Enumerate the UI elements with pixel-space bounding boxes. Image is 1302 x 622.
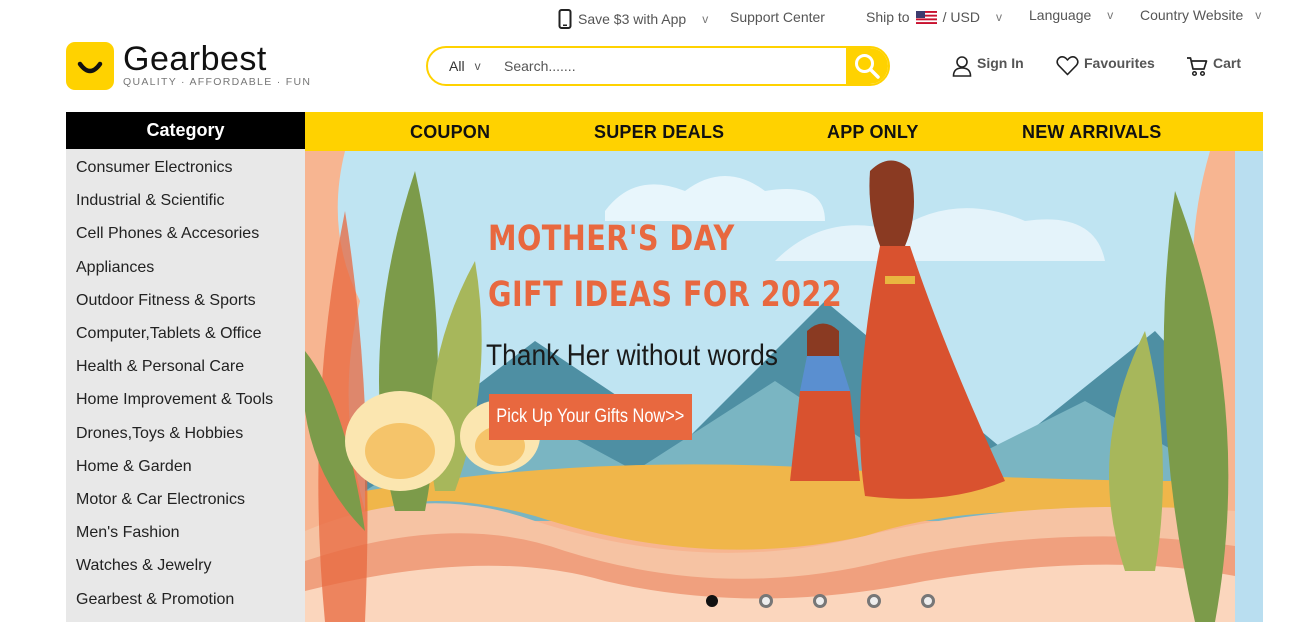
- nav-link-super-deals[interactable]: SUPER DEALS: [594, 122, 724, 143]
- sidebar-item-industrial-scientific[interactable]: Industrial & Scientific: [76, 192, 225, 210]
- support-center-label: Support Center: [730, 9, 825, 25]
- gearbest-logo[interactable]: Gearbest QUALITY · AFFORDABLE · FUN: [66, 42, 311, 90]
- phone-icon: [558, 9, 572, 29]
- user-icon: [952, 56, 972, 77]
- nav-link-app-only[interactable]: APP ONLY: [827, 122, 919, 143]
- pick-up-gifts-button[interactable]: Pick Up Your Gifts Now>>: [489, 394, 692, 440]
- sidebar-item-home-garden[interactable]: Home & Garden: [76, 458, 192, 476]
- sidebar-item-drones-toys[interactable]: Drones,Toys & Hobbies: [76, 425, 243, 443]
- sidebar-item-computer-tablets[interactable]: Computer,Tablets & Office: [76, 325, 262, 343]
- country-website-selector[interactable]: Country Website v: [1140, 7, 1261, 23]
- sidebar-item-appliances[interactable]: Appliances: [76, 259, 154, 277]
- nav-link-coupon[interactable]: COUPON: [410, 122, 490, 143]
- logo-tagline: QUALITY · AFFORDABLE · FUN: [123, 76, 312, 88]
- logo-wordmark: Gearbest QUALITY · AFFORDABLE · FUN: [123, 42, 311, 88]
- hero-banner[interactable]: MOTHER'S DAY GIFT IDEAS FOR 2022 Thank H…: [305, 151, 1263, 622]
- banner-title-line1: MOTHER'S DAY: [488, 219, 735, 259]
- sidebar-item-watches-jewelry[interactable]: Watches & Jewelry: [76, 557, 211, 575]
- search-button[interactable]: [846, 48, 888, 84]
- category-sidebar: Consumer Electronics Industrial & Scient…: [66, 149, 305, 622]
- cart-link[interactable]: Cart: [1186, 55, 1241, 77]
- category-label: Category: [146, 120, 225, 140]
- sidebar-item-cell-phones[interactable]: Cell Phones & Accesories: [76, 225, 259, 243]
- support-center-link[interactable]: Support Center: [730, 9, 825, 25]
- sidebar-item-mens-fashion[interactable]: Men's Fashion: [76, 524, 180, 542]
- carousel-dot-4[interactable]: [867, 594, 881, 608]
- language-label: Language: [1029, 7, 1092, 23]
- sidebar-item-health-care[interactable]: Health & Personal Care: [76, 358, 244, 376]
- sidebar-item-gearbest-promotion[interactable]: Gearbest & Promotion: [76, 591, 234, 609]
- carousel-dot-5[interactable]: [921, 594, 935, 608]
- pick-up-gifts-label: Pick Up Your Gifts Now>>: [496, 406, 685, 427]
- banner-subtitle: Thank Her without words: [486, 339, 778, 372]
- chevron-down-icon: v: [995, 10, 1002, 24]
- sidebar-item-outdoor-fitness[interactable]: Outdoor Fitness & Sports: [76, 292, 256, 310]
- search-scope-label: All: [449, 58, 465, 74]
- app-promo-link[interactable]: Save $3 with App v: [558, 9, 708, 29]
- carousel-dot-1[interactable]: [706, 595, 718, 607]
- logo-mark-icon: [66, 42, 114, 90]
- banner-title-line2: GIFT IDEAS FOR 2022: [488, 275, 843, 315]
- sign-in-label: Sign In: [977, 55, 1024, 71]
- chevron-down-icon: v: [1107, 8, 1114, 22]
- chevron-down-icon: v: [1255, 8, 1262, 22]
- cart-icon: [1187, 57, 1208, 77]
- search-icon: [855, 54, 880, 79]
- app-promo-label: Save $3 with App: [578, 11, 687, 27]
- country-website-label: Country Website: [1140, 7, 1244, 23]
- search-input[interactable]: [498, 48, 846, 84]
- carousel-dot-3[interactable]: [813, 594, 827, 608]
- chevron-down-icon: v: [702, 12, 709, 26]
- sidebar-item-consumer-electronics[interactable]: Consumer Electronics: [76, 159, 233, 177]
- search-bar: All v: [426, 46, 890, 86]
- nav-link-new-arrivals[interactable]: NEW ARRIVALS: [1022, 122, 1161, 143]
- chevron-down-icon: v: [474, 59, 481, 73]
- ship-to-selector[interactable]: Ship to / USD v: [866, 9, 1002, 25]
- heart-icon: [1056, 56, 1079, 76]
- favourites-link[interactable]: Favourites: [1056, 55, 1155, 76]
- ship-to-label: Ship to: [866, 9, 910, 25]
- cart-label: Cart: [1213, 55, 1242, 71]
- logo-name: Gearbest: [123, 40, 267, 78]
- language-selector[interactable]: Language v: [1029, 7, 1113, 23]
- sidebar-item-motor-car[interactable]: Motor & Car Electronics: [76, 491, 245, 509]
- search-scope-select[interactable]: All v: [428, 48, 498, 84]
- main-nav: COUPON SUPER DEALS APP ONLY NEW ARRIVALS: [305, 112, 1263, 151]
- currency-label: / USD: [942, 9, 980, 25]
- category-menu-button[interactable]: Category: [66, 112, 305, 149]
- top-utility-bar: Save $3 with App v Support Center Ship t…: [0, 0, 1302, 34]
- us-flag-icon: [915, 10, 937, 24]
- mothers-day-illustration: [305, 151, 1263, 622]
- favourites-label: Favourites: [1084, 55, 1155, 71]
- sidebar-item-home-improvement[interactable]: Home Improvement & Tools: [76, 391, 273, 409]
- sign-in-link[interactable]: Sign In: [952, 55, 1024, 77]
- carousel-dot-2[interactable]: [759, 594, 773, 608]
